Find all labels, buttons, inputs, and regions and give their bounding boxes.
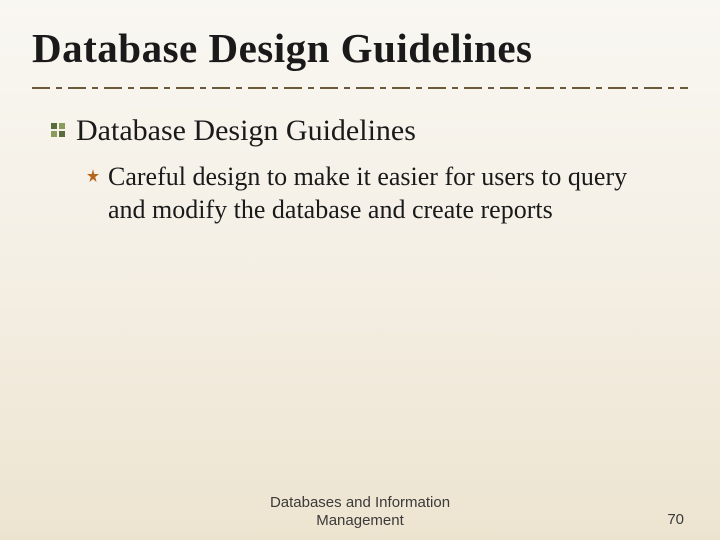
title-divider — [32, 85, 688, 91]
bullet-l1-text: Database Design Guidelines — [76, 113, 416, 149]
footer-center-text: Databases and Information Management — [230, 494, 490, 530]
bullet-l2-text: Careful design to make it easier for use… — [108, 161, 668, 226]
bullet-level-2: Careful design to make it easier for use… — [86, 161, 688, 226]
quad-square-icon — [50, 122, 66, 143]
footer: Databases and Information Management 70 — [0, 494, 720, 530]
page-number: 70 — [667, 511, 684, 528]
slide-title: Database Design Guidelines — [32, 26, 688, 71]
slide: Database Design Guidelines Database Desi… — [0, 0, 720, 540]
star-icon — [86, 169, 100, 188]
bullet-level-1: Database Design Guidelines — [50, 113, 688, 149]
content-area: Database Design Guidelines Careful desig… — [32, 113, 688, 226]
